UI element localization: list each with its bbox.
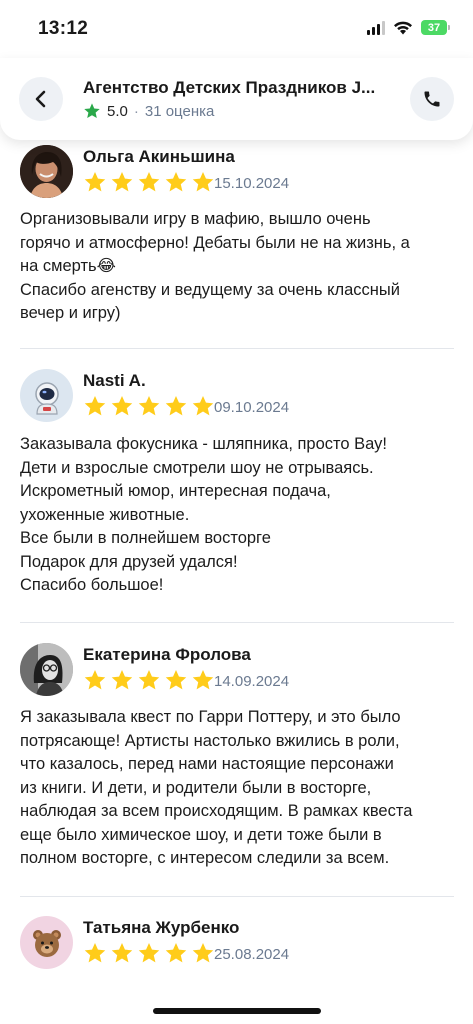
review-line: что казалось, перед нами настоящие персо…: [20, 755, 394, 773]
star-icon: [192, 669, 214, 690]
avatar[interactable]: [20, 916, 73, 969]
cellular-signal-icon: [367, 20, 385, 35]
review-line: наблюдая за всем происходящим. В рамках …: [20, 802, 413, 820]
review-line: Заказывала фокусника - шляпника, просто …: [20, 435, 387, 453]
avatar[interactable]: [20, 643, 73, 696]
photo-woman-icon: [20, 145, 73, 198]
review-line: Все были в полнейшем восторге: [20, 529, 271, 547]
star-icon: [165, 942, 187, 963]
review-line: на смерть😂: [20, 257, 116, 275]
star-icon: [165, 171, 187, 192]
star-icon: [192, 942, 214, 963]
review-line: полном восторге, с интересом следили за …: [20, 849, 390, 867]
review-stars: [83, 395, 215, 417]
bear-icon: [32, 929, 61, 957]
review-line: ухоженные животные.: [20, 505, 190, 524]
avatar[interactable]: [20, 369, 73, 422]
divider: [20, 348, 454, 349]
review-date: 14.09.2024: [214, 673, 290, 690]
star-icon: [138, 942, 160, 963]
star-icon: [84, 942, 106, 963]
star-icon: [84, 171, 106, 192]
review-line: Дети и взрослые смотрели шоу не отрываяс…: [20, 458, 374, 477]
review-card: Ольга Акиньшина 15.10.2024 Организовывал…: [20, 145, 454, 335]
star-icon: [165, 669, 187, 690]
review-text: Заказывала фокусника - шляпника, просто …: [20, 433, 454, 598]
star-icon: [192, 171, 214, 192]
review-line: Искрометный юмор, интересная подача,: [20, 482, 331, 500]
review-author: Nasti A.: [83, 371, 146, 390]
review-line: потрясающе! Артисты настолько вжились в …: [20, 731, 400, 750]
star-icon: [192, 395, 214, 416]
call-button[interactable]: [410, 77, 454, 121]
star-icon: [138, 669, 160, 690]
review-line: еще было химическое шоу, и дети тоже был…: [20, 825, 382, 844]
chevron-left-icon: [35, 90, 46, 108]
review-date: 25.08.2024: [214, 946, 290, 963]
divider: [20, 896, 454, 897]
star-icon: [84, 669, 106, 690]
wifi-icon: [394, 21, 412, 35]
review-stars: [83, 171, 215, 193]
rating-count-link[interactable]: 31 оценка: [145, 103, 214, 120]
avatar[interactable]: [20, 145, 73, 198]
review-author: Ольга Акиньшина: [83, 147, 235, 166]
review-text: Организовывали игру в мафию, вышло очень…: [20, 208, 454, 326]
review-line: из книги. И дети, и родители были в вост…: [20, 778, 372, 797]
rating-value: 5.0: [107, 102, 128, 120]
review-author: Татьяна Журбенко: [83, 918, 240, 937]
review-stars: [83, 942, 215, 964]
phone-icon: [424, 91, 440, 107]
review-line: Организовывали игру в мафию, вышло очень: [20, 210, 371, 228]
divider: [20, 622, 454, 623]
photo-bw-woman-icon: [20, 643, 73, 696]
star-icon: [111, 171, 133, 192]
page-title: Агентство Детских Праздников J...: [83, 78, 376, 97]
review-author: Екатерина Фролова: [83, 645, 251, 664]
star-icon: [138, 395, 160, 416]
status-icons: 37: [367, 20, 450, 35]
review-stars: [83, 669, 215, 691]
star-icon: [165, 395, 187, 416]
star-icon: [138, 171, 160, 192]
review-line: Подарок для друзей удался!: [20, 552, 238, 571]
back-button[interactable]: [19, 77, 63, 121]
rating-separator: ·: [133, 102, 139, 120]
home-indicator: [153, 1008, 321, 1014]
review-line: горячо и атмосферно! Дебаты были не на ж…: [20, 233, 410, 252]
header-rating: 5.0 · 31 оценка: [83, 102, 214, 120]
battery-icon: 37: [421, 20, 450, 35]
star-icon: [84, 103, 100, 119]
review-line: Спасибо агенству и ведущему за очень кла…: [20, 280, 400, 299]
review-date: 15.10.2024: [214, 175, 290, 192]
star-icon: [84, 395, 106, 416]
astronaut-icon: [34, 381, 59, 415]
review-line: Спасибо большое!: [20, 576, 164, 594]
header: Агентство Детских Праздников J... 5.0 · …: [0, 58, 473, 140]
review-card: Екатерина Фролова 14.09.2024 Я заказывал…: [20, 643, 454, 883]
review-text: Я заказывала квест по Гарри Поттеру, и э…: [20, 706, 454, 871]
status-bar: 13:12 37: [0, 0, 473, 58]
review-line: Я заказывала квест по Гарри Поттеру, и э…: [20, 708, 401, 726]
status-time: 13:12: [38, 18, 89, 39]
star-icon: [111, 942, 133, 963]
review-line: вечер и игру): [20, 304, 121, 322]
review-date: 09.10.2024: [214, 399, 290, 416]
star-icon: [111, 395, 133, 416]
review-card: Татьяна Журбенко 25.08.2024: [20, 916, 454, 976]
star-icon: [111, 669, 133, 690]
review-card: Nasti A. 09.10.2024 Заказывала фокусника…: [20, 369, 454, 609]
